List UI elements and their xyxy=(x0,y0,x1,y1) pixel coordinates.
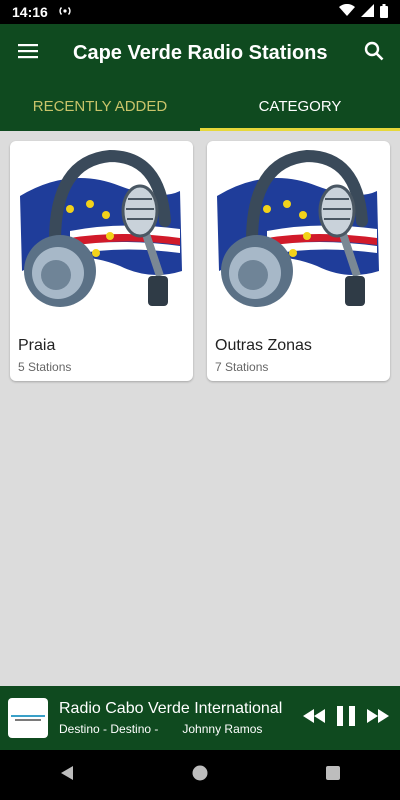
home-button[interactable] xyxy=(192,765,208,786)
mini-player[interactable]: Radio Cabo Verde International Destino -… xyxy=(0,686,400,750)
rewind-icon xyxy=(303,708,325,728)
now-playing-artist: Johnny Ramos xyxy=(182,722,263,736)
battery-icon xyxy=(380,3,388,21)
cape-verde-flag-headphones-image xyxy=(20,149,182,307)
fast-forward-button[interactable] xyxy=(366,706,390,730)
radio-broadcast-icon xyxy=(58,4,72,20)
search-button[interactable] xyxy=(348,24,400,82)
station-count: 5 Stations xyxy=(18,360,72,374)
signal-icon xyxy=(361,4,374,20)
tab-recently-added[interactable]: RECENTLY ADDED xyxy=(0,82,200,131)
status-bar: 14:16 xyxy=(0,0,400,24)
now-playing-station: Radio Cabo Verde International xyxy=(59,700,283,717)
category-name: Praia xyxy=(18,337,56,354)
status-time: 14:16 xyxy=(12,4,48,20)
category-card-praia[interactable]: Praia 5 Stations xyxy=(10,141,193,381)
category-name: Outras Zonas xyxy=(215,337,312,354)
app-bar: Cape Verde Radio Stations xyxy=(0,24,400,82)
back-icon xyxy=(60,765,73,780)
home-icon xyxy=(192,765,208,780)
tab-category[interactable]: CATEGORY xyxy=(200,82,400,131)
tab-bar: RECENTLY ADDED CATEGORY xyxy=(0,82,400,131)
station-count: 7 Stations xyxy=(215,360,269,374)
pause-button[interactable] xyxy=(334,705,358,731)
category-grid: Praia 5 Stations Outras Zonas 7 Stations xyxy=(10,141,390,381)
recents-icon xyxy=(326,765,341,780)
back-button[interactable] xyxy=(59,765,75,786)
rewind-button[interactable] xyxy=(302,706,326,730)
now-playing-track: Destino - Destino - xyxy=(59,722,159,736)
search-icon xyxy=(364,41,384,66)
system-nav-bar xyxy=(0,750,400,800)
fast-forward-icon xyxy=(367,708,389,728)
station-logo xyxy=(8,698,48,738)
cape-verde-flag-headphones-image xyxy=(217,149,379,307)
menu-button[interactable] xyxy=(0,24,56,82)
category-card-outras-zonas[interactable]: Outras Zonas 7 Stations xyxy=(207,141,390,381)
wifi-icon xyxy=(339,3,355,20)
pause-icon xyxy=(337,705,355,731)
recents-button[interactable] xyxy=(325,765,341,786)
page-title: Cape Verde Radio Stations xyxy=(73,41,328,64)
menu-icon xyxy=(18,43,38,64)
